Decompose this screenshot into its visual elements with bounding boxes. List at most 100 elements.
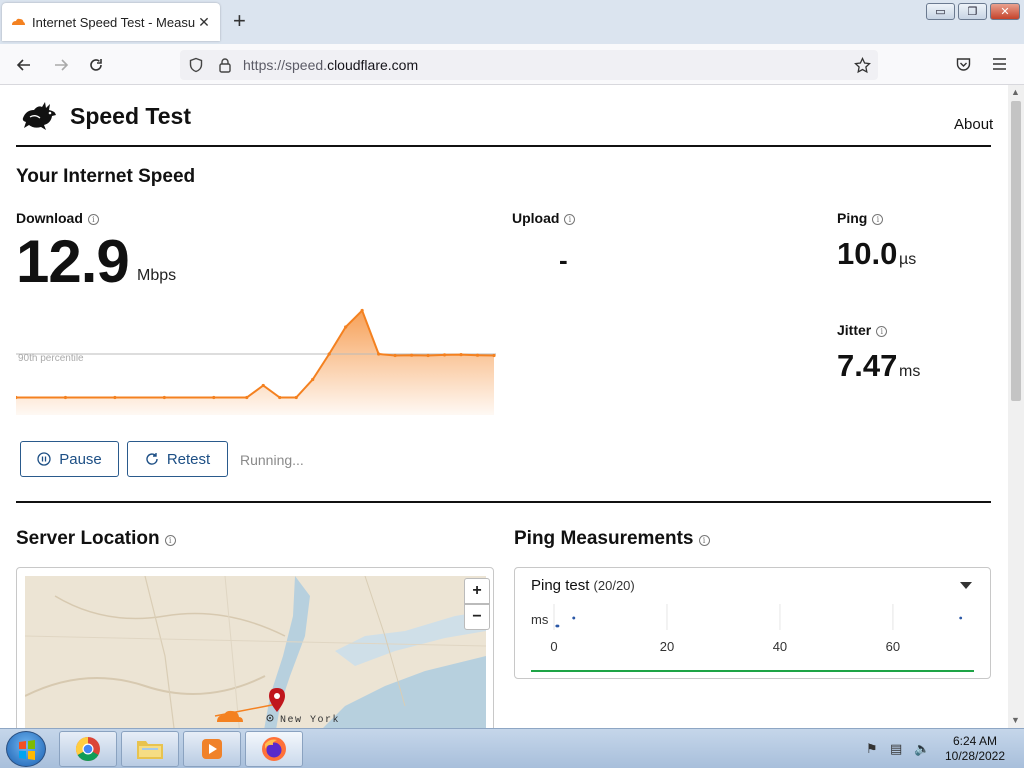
retest-button[interactable]: Retest — [127, 441, 228, 477]
file-explorer-icon — [137, 741, 163, 759]
new-tab-button[interactable]: + — [233, 10, 246, 32]
back-arrow-icon — [16, 59, 30, 71]
download-data-point — [426, 353, 430, 358]
download-data-point — [162, 395, 166, 400]
ping-test-count: (20/20) — [593, 578, 635, 593]
download-data-point — [377, 352, 381, 356]
download-data-point — [409, 353, 414, 357]
browser-nav-bar: https://speed.cloudflare.com — [0, 44, 1024, 85]
server-location-map[interactable]: New York + − — [16, 567, 494, 728]
upload-value: - — [559, 245, 568, 275]
clock-time: 6:24 AM — [952, 734, 998, 748]
browser-tab[interactable]: Internet Speed Test - Measure N ✕ — [2, 3, 220, 41]
map-zoom-in-button[interactable]: + — [464, 578, 490, 604]
about-link[interactable]: About — [954, 116, 993, 133]
ping-measurements-heading-text: Ping Measurements — [514, 528, 694, 549]
url-text[interactable]: https://speed.cloudflare.com — [243, 57, 418, 73]
windows-logo-icon — [19, 740, 35, 760]
info-icon[interactable]: i — [87, 214, 99, 225]
shield-icon[interactable] — [188, 57, 204, 73]
map-tiles[interactable]: New York — [25, 576, 486, 728]
address-bar[interactable]: https://speed.cloudflare.com — [180, 50, 878, 80]
browser-tab-bar: Internet Speed Test - Measure N ✕ + ▭ ❐ … — [0, 0, 1024, 44]
download-data-point — [261, 383, 265, 388]
bookmark-star-icon[interactable] — [854, 57, 871, 74]
new-york-city-label: New York — [280, 714, 340, 726]
info-icon[interactable]: i — [564, 214, 576, 225]
info-icon[interactable]: i — [876, 326, 888, 337]
taskbar-file-explorer[interactable] — [121, 731, 179, 767]
download-data-point — [278, 395, 282, 400]
taskbar-media-player[interactable] — [183, 731, 241, 767]
scroll-down-arrow-icon[interactable]: ▼ — [1011, 715, 1020, 725]
download-data-point — [344, 325, 348, 329]
server-location-heading-text: Server Location — [16, 528, 160, 549]
pocket-icon[interactable] — [955, 56, 972, 73]
firefox-icon — [262, 737, 286, 761]
jitter-label: Jitter i — [837, 322, 888, 338]
chrome-icon — [75, 737, 100, 762]
windows-taskbar: ⚑ ▤ 🔈 6:24 AM 10/28/2022 — [0, 728, 1024, 768]
ping-tick-label: 60 — [886, 639, 900, 654]
network-icon[interactable]: ▤ — [890, 741, 902, 757]
download-data-point — [360, 308, 364, 313]
pause-button-label: Pause — [59, 450, 102, 468]
volume-icon[interactable]: 🔈 — [914, 741, 930, 757]
info-icon[interactable]: i — [698, 535, 710, 546]
download-label-text: Download — [16, 210, 83, 226]
taskbar-firefox[interactable] — [245, 731, 303, 767]
server-location-heading: Server Location i — [16, 528, 176, 550]
download-data-point — [294, 395, 298, 400]
reload-icon — [90, 59, 102, 71]
action-center-flag-icon[interactable]: ⚑ — [866, 741, 878, 757]
tab-close-icon[interactable]: ✕ — [196, 14, 212, 31]
pause-icon — [37, 452, 51, 466]
header-divider — [16, 145, 991, 147]
scrollbar-thumb[interactable] — [1011, 101, 1021, 401]
download-area-fill — [16, 310, 494, 415]
site-title: Speed Test — [70, 103, 191, 129]
minimize-button[interactable]: ▭ — [926, 3, 955, 20]
download-unit: Mbps — [137, 267, 177, 284]
forward-arrow-icon — [55, 59, 69, 71]
test-status-text: Running... — [240, 452, 304, 468]
ping-test-dropdown[interactable]: Ping test (20/20) — [531, 577, 635, 594]
ping-test-title: Ping test — [531, 577, 590, 594]
ping-value: 10.0 — [837, 236, 898, 271]
speed-test-rabbit-logo-icon — [22, 102, 56, 130]
ping-label-text: Ping — [837, 210, 868, 226]
download-data-point — [475, 353, 480, 357]
media-player-icon — [202, 739, 222, 759]
tab-title: Internet Speed Test - Measure N — [32, 14, 196, 30]
info-icon[interactable]: i — [872, 214, 884, 225]
download-data-point — [459, 353, 463, 357]
taskbar-clock[interactable]: 6:24 AM 10/28/2022 — [940, 734, 1010, 764]
download-data-point — [442, 353, 447, 357]
lock-icon[interactable] — [218, 57, 232, 73]
map-zoom-out-button[interactable]: − — [464, 604, 490, 630]
ping-measurements-heading: Ping Measurements i — [514, 528, 710, 550]
scroll-up-arrow-icon[interactable]: ▲ — [1011, 87, 1020, 97]
ping-axis-unit: ms — [531, 612, 549, 627]
ping-distribution-chart: ms 0 20 40 60 — [531, 604, 974, 672]
info-icon[interactable]: i — [164, 535, 176, 546]
your-internet-speed-heading: Your Internet Speed — [16, 166, 196, 187]
clock-date: 10/28/2022 — [944, 749, 1006, 763]
cloudflare-favicon-icon — [12, 18, 25, 25]
reload-button[interactable] — [85, 54, 107, 76]
ping-unit: µs — [899, 251, 917, 268]
forward-button[interactable] — [50, 54, 72, 76]
back-button[interactable] — [13, 54, 35, 76]
ping-tick-label: 40 — [773, 639, 787, 654]
download-label: Download i — [16, 210, 99, 226]
ping-sample-point — [959, 616, 963, 620]
start-button[interactable] — [6, 731, 46, 767]
close-window-button[interactable]: ✕ — [990, 3, 1020, 20]
menu-hamburger-icon[interactable] — [992, 57, 1007, 71]
taskbar-chrome[interactable] — [59, 731, 117, 767]
pause-button[interactable]: Pause — [20, 441, 119, 477]
chevron-down-icon[interactable] — [960, 582, 972, 589]
upload-label-text: Upload — [512, 210, 560, 226]
page-scrollbar[interactable]: ▲ ▼ — [1008, 85, 1024, 728]
maximize-button[interactable]: ❐ — [958, 3, 987, 20]
